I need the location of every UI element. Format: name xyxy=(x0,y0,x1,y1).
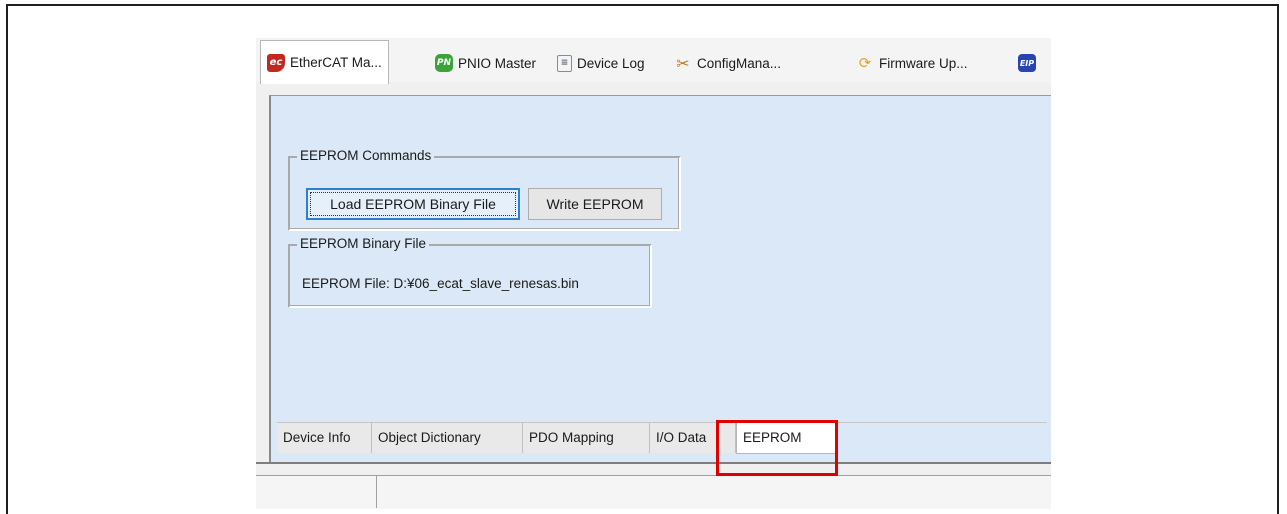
ethercat-icon: ec xyxy=(267,53,285,72)
tab-eip[interactable]: EIP xyxy=(1012,44,1047,82)
tab-device-log[interactable]: ≡ Device Log xyxy=(551,44,651,82)
eeprom-file-label: EEPROM File: xyxy=(302,276,390,291)
tab-label: PNIO Master xyxy=(458,55,537,71)
eeprom-file-path: D:¥06_ecat_slave_renesas.bin xyxy=(393,276,579,291)
group-title: EEPROM Binary File xyxy=(297,235,430,253)
bottom-tab-bar: Device Info Object Dictionary PDO Mappin… xyxy=(277,421,1047,456)
tab-label: Firmware Up... xyxy=(879,55,968,71)
pnio-icon: PN xyxy=(435,54,453,72)
top-tab-bar: ec EtherCAT Ma... PN PNIO Master ≡ Devic… xyxy=(256,38,1051,84)
tab-ethercat-master[interactable]: ec EtherCAT Ma... xyxy=(260,40,389,84)
group-title: EEPROM Commands xyxy=(297,147,435,165)
tab-label: Device Log xyxy=(577,55,645,71)
load-eeprom-binary-file-button[interactable]: Load EEPROM Binary File xyxy=(306,188,520,220)
application-window: ec EtherCAT Ma... PN PNIO Master ≡ Devic… xyxy=(256,38,1051,506)
tab-pnio-master[interactable]: PN PNIO Master xyxy=(429,44,542,82)
eeprom-commands-group: EEPROM Commands Load EEPROM Binary File … xyxy=(288,147,681,231)
write-eeprom-button[interactable]: Write EEPROM xyxy=(528,188,662,220)
eip-icon: EIP xyxy=(1018,54,1036,72)
tab-config-manager[interactable]: ✂ ConfigMana... xyxy=(668,44,787,82)
tab-label: EtherCAT Ma... xyxy=(290,55,382,70)
tab-pdo-mapping[interactable]: PDO Mapping xyxy=(523,423,650,453)
pane-divider[interactable] xyxy=(376,476,377,508)
tab-firmware-update[interactable]: ⟳ Firmware Up... xyxy=(850,44,974,82)
tab-device-info[interactable]: Device Info xyxy=(277,423,372,453)
tab-object-dictionary[interactable]: Object Dictionary xyxy=(372,423,523,453)
tab-label: ConfigMana... xyxy=(697,55,782,71)
highlight-box xyxy=(716,420,838,476)
bottom-pane xyxy=(256,462,1051,509)
tools-icon: ✂ xyxy=(676,53,690,73)
firmware-update-icon: ⟳ xyxy=(858,54,872,72)
eeprom-binary-file-group: EEPROM Binary File EEPROM File: D:¥06_ec… xyxy=(288,235,652,308)
eeprom-file-row: EEPROM File: D:¥06_ecat_slave_renesas.bi… xyxy=(302,276,579,291)
clipboard-icon: ≡ xyxy=(557,54,572,72)
